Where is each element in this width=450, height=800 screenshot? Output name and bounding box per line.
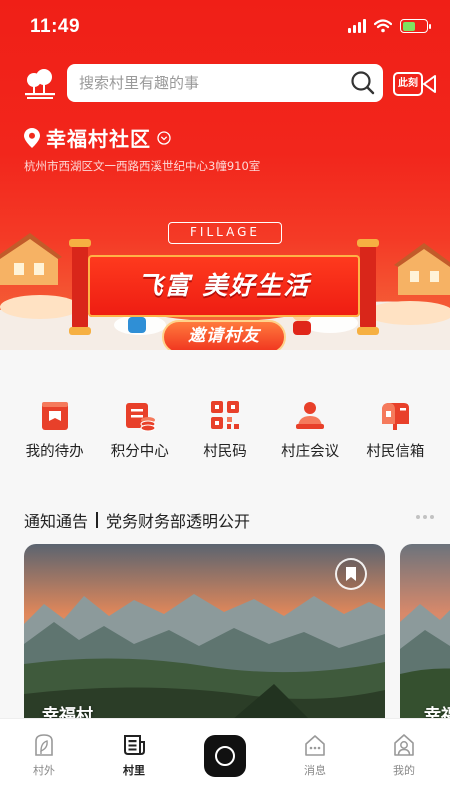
app-root: 11:49 此刻 [0,0,450,800]
user-icon [394,734,414,756]
banner-tag: FILLAGE [168,222,282,244]
notice-bar[interactable]: 通知通告 党务财务部透明公开 [24,508,434,532]
village-logo-icon[interactable] [22,66,58,102]
quick-menu-todo[interactable]: 我的待办 [15,398,95,461]
tab-label: 村里 [123,764,145,777]
battery-icon [400,19,431,33]
live-now-button[interactable]: 此刻 [393,70,437,98]
bookmark-icon [346,567,356,581]
points-icon [125,403,156,432]
wifi-icon [374,19,392,33]
tab-outside[interactable]: 村外 [14,731,74,778]
village-card[interactable]: 幸福 [400,544,450,744]
search-box[interactable] [67,64,383,102]
tab-village[interactable]: 村里 [104,731,164,778]
community-selector[interactable]: 幸福村社区 [24,123,171,152]
search-input[interactable] [79,64,349,102]
community-address: 杭州市西湖区文一西路西溪世纪中心3幢910室 [24,159,261,173]
status-time: 11:49 [30,16,81,37]
status-bar: 11:49 [0,0,450,54]
tab-messages[interactable]: 消息 [285,731,345,778]
location-pin-icon [24,127,40,148]
camera-icon [423,75,436,93]
tab-profile[interactable]: 我的 [374,731,434,778]
live-now-label: 此刻 [393,72,423,96]
qrcode-icon [210,401,239,429]
camera-capture-button[interactable] [204,735,246,777]
quick-menu-label: 村民信箱 [366,444,425,460]
quick-menu-label: 村庄会议 [281,444,340,460]
more-icon[interactable] [416,515,434,519]
quick-menu-qrcode[interactable]: 村民码 [185,398,265,461]
quick-menu-meeting[interactable]: 村庄会议 [270,398,350,461]
leaf-icon [35,734,53,756]
tab-bar: 村外 村里 消息 我的 [0,718,450,800]
quick-menu-points[interactable]: 积分中心 [100,398,180,461]
banner-slogan: 飞富 美好生活 [137,271,311,300]
chevron-down-icon [157,130,171,145]
promo-banner[interactable]: FILLAGE 飞富 美好生活 邀请村友 [0,215,450,365]
status-icons [348,19,431,33]
quick-menu-label: 积分中心 [110,444,169,460]
inbox-icon [41,402,68,430]
quick-menu-label: 我的待办 [25,444,84,460]
tab-label: 我的 [393,764,415,777]
notice-divider [96,512,99,528]
search-icon[interactable] [349,69,377,97]
village-card[interactable]: 幸福村 [24,544,385,744]
tab-label: 村外 [33,764,55,777]
notice-text: 党务财务部透明公开 [106,512,251,531]
tab-label: 消息 [304,764,326,777]
signal-icon [348,19,366,33]
quick-menu: 我的待办 积分中心 村民码 村庄会议 村民信箱 [0,398,450,461]
notice-title: 通知通告 [24,512,89,531]
mailbox-icon [382,403,410,430]
quick-menu-label: 村民码 [203,444,247,460]
community-name: 幸福村社区 [46,127,151,151]
bookmark-button[interactable] [335,558,367,590]
message-icon [305,735,325,756]
invite-villagers-button[interactable]: 邀请村友 [162,320,286,354]
quick-menu-mailbox[interactable]: 村民信箱 [355,398,435,461]
newspaper-icon [124,735,145,755]
meeting-icon [296,402,325,429]
banner-slogan-panel: 飞富 美好生活 [88,255,360,317]
